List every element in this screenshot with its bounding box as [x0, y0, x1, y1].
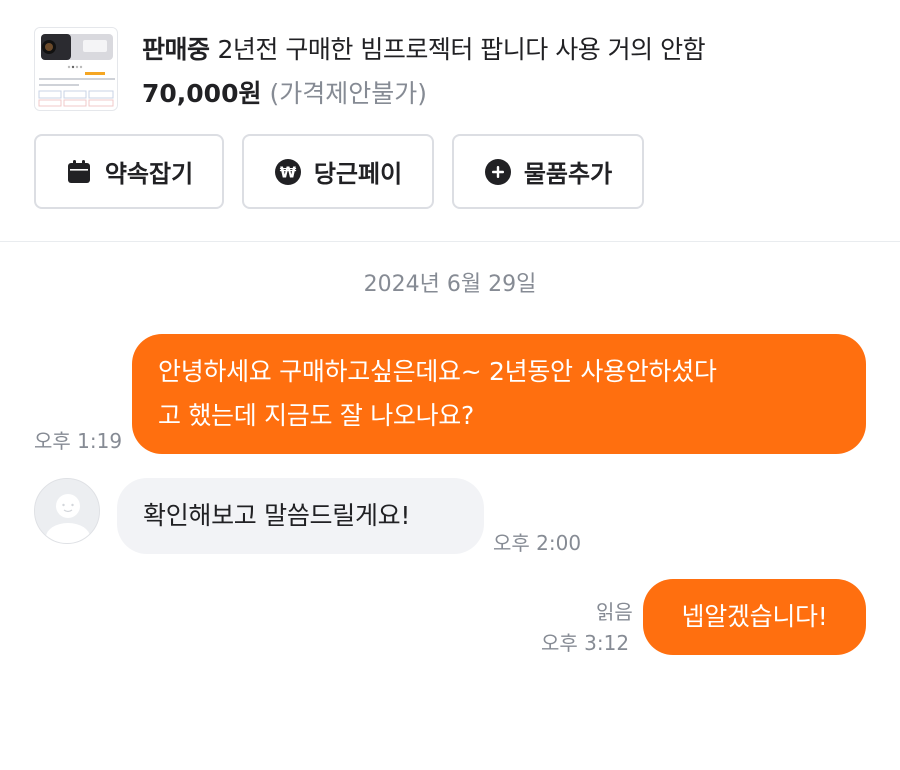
- svg-text:₩: ₩: [280, 163, 297, 181]
- add-item-button-label: 물품추가: [523, 160, 613, 188]
- avatar[interactable]: [34, 478, 100, 544]
- listing-title: 2년전 구매한 빔프로젝터 팝니다 사용 거의 안함: [217, 35, 706, 64]
- won-icon: ₩: [274, 158, 302, 186]
- incoming-message-bubble[interactable]: 확인해보고 말씀드릴게요!: [117, 478, 484, 554]
- add-item-button[interactable]: 물품추가: [452, 134, 644, 209]
- listing-actions: 약속잡기 ₩ 당근페이 물품추가: [34, 134, 644, 209]
- karrot-pay-button[interactable]: ₩ 당근페이: [242, 134, 434, 209]
- schedule-button[interactable]: 약속잡기: [34, 134, 224, 209]
- calendar-icon: [65, 158, 93, 186]
- listing-price-line: 70,000원 (가격제안불가): [142, 74, 427, 110]
- message-text-line: 고 했는데 지금도 잘 나오나요?: [158, 401, 474, 430]
- karrot-pay-button-label: 당근페이: [313, 160, 403, 188]
- message-text: 넵알겠습니다!: [681, 602, 828, 631]
- sale-status-label: 판매중: [142, 35, 210, 64]
- message-time: 오후 1:19: [34, 429, 123, 453]
- outgoing-message-bubble[interactable]: 안녕하세요 구매하고싶은데요~ 2년동안 사용안하셨다 고 했는데 지금도 잘 …: [132, 334, 866, 454]
- default-avatar-icon: [35, 479, 99, 543]
- price-note: (가격제안불가): [269, 79, 427, 108]
- read-receipt: 읽음: [596, 600, 633, 624]
- plus-circle-icon: [484, 158, 512, 186]
- schedule-button-label: 약속잡기: [104, 160, 194, 188]
- listing-header: 판매중 2년전 구매한 빔프로젝터 팝니다 사용 거의 안함 70,000원 (가격…: [0, 0, 900, 242]
- listing-price: 70,000원: [142, 79, 262, 108]
- message-text-line: 안녕하세요 구매하고싶은데요~ 2년동안 사용안하셨다: [158, 357, 717, 386]
- message-time: 오후 3:12: [541, 631, 630, 655]
- message-time: 오후 2:00: [493, 531, 582, 555]
- listing-title-line[interactable]: 판매중 2년전 구매한 빔프로젝터 팝니다 사용 거의 안함: [142, 30, 706, 66]
- message-text: 확인해보고 말씀드릴게요!: [143, 501, 411, 530]
- product-thumbnail[interactable]: [34, 27, 118, 111]
- outgoing-message-bubble[interactable]: 넵알겠습니다!: [643, 579, 866, 655]
- date-separator: 2024년 6월 29일: [363, 272, 537, 297]
